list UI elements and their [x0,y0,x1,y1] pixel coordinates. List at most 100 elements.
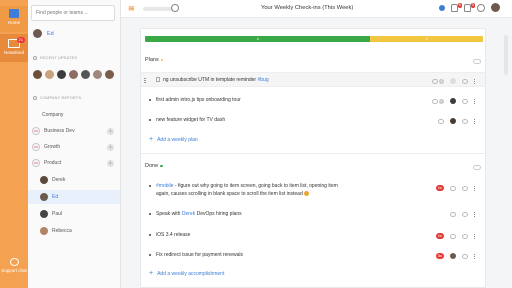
like-icon[interactable] [461,78,468,84]
avatar[interactable] [45,70,54,79]
done-text: Speak with [156,211,182,217]
avatar[interactable] [491,3,500,12]
more-icon[interactable] [473,233,475,239]
nav-home-label: Home [7,20,20,25]
comment-icon[interactable] [449,185,456,191]
plan-item[interactable]: ng unsubscribe UTM in template reminder … [141,72,485,87]
divider [141,153,485,154]
hashtag-link[interactable]: #mobile [156,183,174,189]
my-profile-link[interactable]: Ed [33,29,54,38]
tree-label: Paul [52,211,63,217]
more-icon[interactable] [473,78,475,84]
nav-home[interactable]: Home [0,6,28,32]
like-icon[interactable] [461,212,468,217]
avatar[interactable] [33,70,42,79]
comment-icon[interactable] [431,98,438,104]
avatar [449,78,456,84]
tree-label: Rebecca [52,228,72,234]
inbox-icon[interactable]: 9 [464,2,475,12]
plan-item[interactable]: first admin intro.js tips onboarding tou… [141,95,485,107]
done-item[interactable]: iOS 3.4 release 1w [141,230,485,242]
comment-icon[interactable] [431,78,438,84]
nav-newsfeed[interactable]: 21 Newsfeed [0,34,28,62]
nav-support-chat[interactable]: Support chat [0,258,28,284]
blurred-breadcrumb [143,7,173,11]
nav-newsfeed-label: Newsfeed [3,50,24,55]
count-badge: 1 [107,127,114,135]
drag-handle-icon[interactable] [144,78,146,83]
tree-item-growth[interactable]: 0% Growth 1 [28,140,120,154]
progress-green-segment: 4 [145,36,371,42]
checkin-card: 4 2 Plans ng unsubscribe UTM in template… [140,28,486,288]
like-icon[interactable] [461,118,468,124]
top-icons: 6 9 [439,2,500,12]
comment-icon[interactable] [449,233,456,239]
done-text: iOS 3.4 release [156,232,191,238]
notification-badge: 9 [470,2,475,8]
tree-item-company[interactable]: Company [28,108,120,122]
add-accomplishment-button[interactable]: + Add a weekly accomplishment [149,270,225,277]
tree-label: Product [44,160,62,166]
newsfeed-badge: 21 [16,37,25,43]
status-icon[interactable] [439,5,445,11]
comment-count: 1 [438,78,444,84]
avatar[interactable] [69,70,78,79]
done-heading: Done [145,163,163,169]
bullet [149,234,151,236]
person-link[interactable]: Derek [182,211,195,217]
avatar[interactable] [81,70,90,79]
count-badge: 1 [107,143,114,151]
bullet [149,185,151,187]
add-plan-button[interactable]: + Add a weekly plan [149,136,198,143]
nav-support-label: Support chat [1,268,27,273]
like-icon[interactable] [461,98,468,104]
people-search-input[interactable]: Find people or teams ... [31,5,115,21]
like-icon[interactable] [461,253,468,259]
hashtag-link[interactable]: #bug [258,77,269,83]
gear-icon[interactable] [477,3,485,12]
avatar[interactable] [93,70,102,79]
more-icon[interactable] [473,98,475,104]
people-sidebar: Find people or teams ... Ed RECENT UPDAT… [28,0,121,288]
tree-item-ed[interactable]: Ed [28,190,120,204]
avatar [40,176,48,184]
avatar[interactable] [57,70,66,79]
scrollbar[interactable] [504,35,508,75]
comment-icon[interactable] [437,118,444,124]
done-item[interactable]: Fix redirect issue for payment renewals … [141,250,485,262]
more-icon[interactable] [473,185,475,191]
avatar [449,98,456,104]
tree-item-derek[interactable]: Derek [28,173,120,187]
comment-icon[interactable] [449,212,456,217]
done-item[interactable]: Speak with Derek DevOps hiring plans [141,209,485,221]
plans-title: Plans [145,57,159,63]
done-item[interactable]: #mobile - figure out why going to item s… [141,181,485,201]
plan-item[interactable]: new feature widget for TV dash [141,115,485,127]
plans-dot [160,58,164,62]
recent-updates-avatars [33,70,114,79]
tree-item-business-dev[interactable]: 0% Business Dev 1 [28,124,120,138]
like-icon[interactable] [461,185,468,191]
bell-icon[interactable]: 6 [451,2,462,12]
tree-item-rebecca[interactable]: Rebecca [28,224,120,238]
avatar[interactable] [105,70,114,79]
search-icon[interactable] [171,4,179,12]
add-accomplishment-label: Add a weekly accomplishment [157,271,225,277]
bullet [149,99,151,101]
left-nav: Home 21 Newsfeed Support chat [0,0,28,288]
more-icon[interactable] [473,118,475,124]
plus-icon: + [149,270,154,277]
plan-text: ng unsubscribe UTM in template reminder [163,77,258,83]
checkbox[interactable] [156,77,160,82]
tree-item-paul[interactable]: Paul [28,207,120,221]
add-plan-label: Add a weekly plan [157,137,198,143]
app-logo[interactable]: ≋ [128,4,138,13]
more-icon[interactable] [473,212,475,217]
page-title: Your Weekly Check-ins (This Week) [261,5,354,11]
avatar [449,253,456,259]
company-reports-label: COMPANY REPORTS [40,96,82,100]
tree-item-product[interactable]: 0% Product 4 [28,156,120,170]
like-icon[interactable] [461,233,468,239]
more-icon[interactable] [473,253,475,259]
progress-ring: 0% [32,159,40,167]
